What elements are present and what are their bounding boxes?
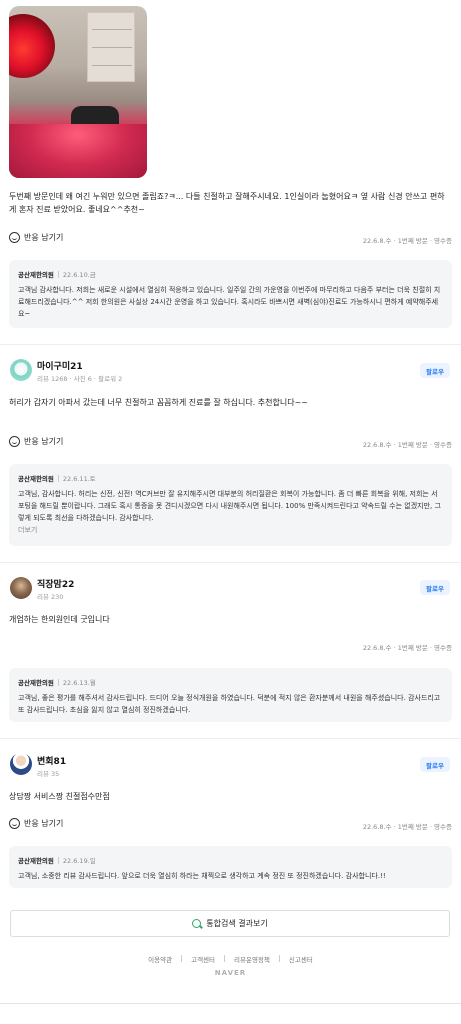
divider (0, 562, 461, 563)
smile-icon (9, 818, 20, 829)
reply-owner: 공산재한의원 (18, 679, 54, 687)
reply-body: 고객님, 좋은 평가를 해주셔서 감사드립니다. 드디어 오늘 정식개원을 하였… (18, 694, 441, 714)
reviewer-stats: 리뷰 35 (37, 770, 60, 778)
reply-owner: 공산재한의원 (18, 271, 54, 279)
reply-date: 22.6.11.토 (62, 475, 96, 483)
search-icon (192, 919, 202, 928)
review-text: 상담짱 서비스짱 친절점수만점 (9, 792, 110, 801)
search-results-button[interactable]: 통합검색 결과보기 (10, 910, 450, 937)
search-results-label: 통합검색 결과보기 (206, 919, 268, 928)
review-text: 두번째 방문인데 왜 여긴 누워만 있으면 졸립죠?ㅋ... 다들 친절하고 잘… (9, 192, 445, 214)
more-link[interactable]: 더보기 (18, 525, 443, 535)
reviewer-stats: 리뷰 230 (37, 593, 64, 601)
reply-body: 고객님, 소중한 리뷰 감사드립니다. 앞으로 더욱 열심히 하라는 채찍으로 … (18, 872, 386, 880)
avatar[interactable] (10, 359, 32, 381)
react-label: 반응 남기기 (24, 819, 64, 828)
photo-shelf (87, 12, 135, 82)
reply-date: 22.6.19.일 (62, 857, 96, 865)
review-text: 개업하는 한의원인데 굿입니다 (9, 615, 110, 624)
follow-button[interactable]: 팔로우 (420, 363, 450, 378)
reviewer-stats: 리뷰 1268 · 사진 6 · 팔로워 2 (37, 375, 123, 383)
divider (0, 344, 461, 345)
smile-icon (9, 232, 20, 243)
photo-bed (9, 124, 147, 178)
reviewer-name[interactable]: 변회81 (37, 754, 66, 767)
reply-date: 22.6.10.금 (62, 271, 96, 279)
footer-link-report[interactable]: 신고센터 (289, 954, 313, 964)
react-button[interactable]: 반응 남기기 (9, 436, 63, 447)
review-meta: 22.6.8.수 · 1번째 방문 · 영수증 (362, 441, 452, 449)
review-text: 허리가 갑자기 아파서 갔는데 너무 친절하고 꼼꼼하게 진료를 잘 하십니다.… (9, 398, 308, 407)
owner-reply: 공산재한의원 22.6.11.토 고객님, 감사합니다. 허리는 신전, 신전!… (9, 464, 452, 546)
avatar[interactable] (10, 753, 32, 775)
reply-owner: 공산재한의원 (18, 475, 54, 483)
follow-button[interactable]: 팔로우 (420, 757, 450, 772)
review-photo[interactable] (9, 6, 147, 178)
owner-reply: 공산재한의원 22.6.13.월 고객님, 좋은 평가를 해주셔서 감사드립니다… (9, 668, 452, 722)
owner-reply: 공산재한의원 22.6.10.금 고객님 감사합니다. 저희는 새로운 시설에서… (9, 260, 452, 328)
reviewer-name[interactable]: 마이구미21 (37, 359, 83, 372)
reviewer-name[interactable]: 직장맘22 (37, 577, 74, 590)
bottom-bar (0, 1003, 461, 1024)
react-button[interactable]: 반응 남기기 (9, 232, 63, 243)
naver-logo: NAVER (214, 969, 247, 977)
smile-icon (9, 436, 20, 447)
reply-body: 고객님 감사합니다. 저희는 새로운 시설에서 열심히 적응하고 있습니다. 일… (18, 286, 441, 318)
react-label: 반응 남기기 (24, 437, 64, 446)
follow-button[interactable]: 팔로우 (420, 580, 450, 595)
footer-link-support[interactable]: 고객센터 (191, 954, 215, 964)
review-meta: 22.6.8.수 · 1번째 방문 · 영수증 (362, 823, 452, 831)
react-label: 반응 남기기 (24, 233, 64, 242)
avatar[interactable] (10, 577, 32, 599)
reply-owner: 공산재한의원 (18, 857, 54, 865)
footer-link-review-policy[interactable]: 리뷰운영정책 (234, 954, 270, 964)
footer-links: 이용약관 고객센터 리뷰운영정책 신고센터 (0, 954, 461, 964)
react-button[interactable]: 반응 남기기 (9, 818, 63, 829)
footer-link-terms[interactable]: 이용약관 (148, 954, 172, 964)
reply-body: 고객님, 감사합니다. 허리는 신전, 신전! 역C커브만 잘 유지해주시면 대… (18, 490, 441, 522)
review-meta: 22.6.8.수 · 1번째 방문 · 영수증 (362, 237, 452, 245)
review-meta: 22.6.8.수 · 1번째 방문 · 영수증 (362, 644, 452, 652)
photo-lamp (9, 14, 55, 78)
owner-reply: 공산재한의원 22.6.19.일 고객님, 소중한 리뷰 감사드립니다. 앞으로… (9, 846, 452, 888)
reply-date: 22.6.13.월 (62, 679, 96, 687)
divider (0, 738, 461, 739)
